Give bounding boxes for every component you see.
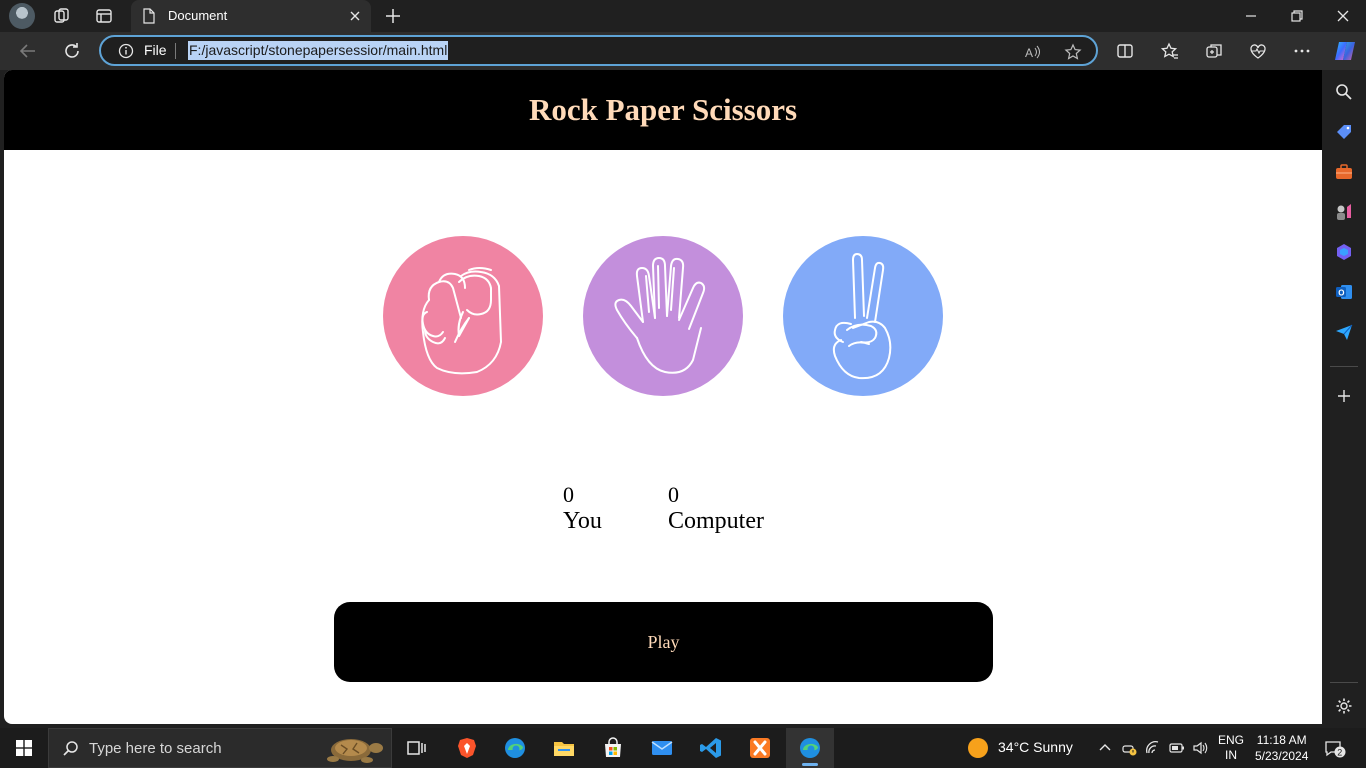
task-view-icon[interactable]: [404, 736, 428, 760]
choice-rock[interactable]: [383, 236, 543, 396]
read-aloud-icon[interactable]: A: [1024, 43, 1042, 61]
turtle-highlight-icon[interactable]: [317, 733, 385, 765]
taskbar-edge-active[interactable]: [786, 728, 834, 768]
user-score-label: You: [563, 508, 602, 534]
page-header: Rock Paper Scissors: [4, 70, 1322, 150]
clock-time: 11:18 AM: [1256, 733, 1307, 747]
minimize-icon[interactable]: [1243, 8, 1259, 24]
add-icon[interactable]: [1334, 386, 1354, 406]
more-options-icon[interactable]: [1292, 41, 1312, 61]
taskbar-search-box[interactable]: Type here to search: [48, 728, 392, 768]
sun-icon[interactable]: [968, 738, 988, 758]
search-placeholder: Type here to search: [89, 740, 222, 757]
new-tab-icon[interactable]: [384, 7, 402, 25]
clock-date: 5/23/2024: [1255, 749, 1309, 763]
browser-essentials-icon[interactable]: [1248, 41, 1268, 61]
microsoft-store-icon[interactable]: [601, 736, 625, 760]
outlook-icon[interactable]: O: [1334, 282, 1354, 302]
language-indicator[interactable]: ENG IN: [1218, 733, 1244, 763]
weather-status[interactable]: 34°C Sunny: [998, 739, 1073, 755]
workspaces-icon[interactable]: [53, 7, 71, 25]
tab-document[interactable]: Document: [131, 0, 371, 32]
edge-browser-icon[interactable]: [503, 736, 527, 760]
shopping-tag-icon[interactable]: [1334, 122, 1354, 142]
drop-send-icon[interactable]: [1334, 322, 1354, 342]
windows-taskbar: Type here to search 34°C Sunny ENG IN 11…: [0, 728, 1366, 768]
open-hand-icon: [614, 257, 706, 374]
sidebar-divider: [1330, 366, 1358, 367]
choice-paper[interactable]: [583, 236, 743, 396]
edge-sidebar: O: [1322, 70, 1366, 726]
battery-icon[interactable]: [1169, 740, 1185, 756]
refresh-icon[interactable]: [62, 41, 82, 61]
info-icon[interactable]: [118, 43, 134, 59]
tab-title: Document: [168, 8, 228, 23]
system-clock[interactable]: 11:18 AM 5/23/2024: [1255, 732, 1308, 764]
notification-icon[interactable]: 2: [1324, 739, 1346, 759]
windows-start-icon[interactable]: [16, 740, 32, 756]
page-viewport: Rock Paper Scissors 0 You 0 Computer Pla…: [4, 70, 1322, 724]
page-title: Rock Paper Scissors: [528, 92, 798, 127]
user-score: 0: [563, 482, 574, 507]
network-warning-icon[interactable]: [1121, 740, 1137, 756]
notification-count: 2: [1337, 748, 1342, 758]
mail-icon[interactable]: [650, 736, 674, 760]
favorite-star-icon[interactable]: [1064, 43, 1082, 61]
language-code: ENG: [1218, 733, 1245, 747]
brave-browser-icon[interactable]: [455, 736, 479, 760]
browser-toolbar: File F:/javascript/stonepapersessior/mai…: [0, 32, 1366, 70]
peace-sign-icon: [832, 253, 892, 380]
language-region: IN: [1225, 748, 1237, 762]
edge-browser-icon: [800, 738, 820, 758]
search-icon: [63, 741, 78, 756]
window-close-icon[interactable]: [1335, 8, 1351, 24]
gear-icon[interactable]: [1334, 696, 1354, 716]
document-icon: [143, 8, 155, 24]
address-separator: [175, 43, 176, 59]
back-icon[interactable]: [18, 41, 38, 61]
copilot-icon[interactable]: [1333, 39, 1357, 63]
restore-icon[interactable]: [1289, 8, 1305, 24]
url-text[interactable]: F:/javascript/stonepapersessior/main.htm…: [188, 41, 449, 60]
split-screen-icon[interactable]: [1115, 41, 1135, 61]
collections-icon[interactable]: [1204, 41, 1224, 61]
svg-text:O: O: [1338, 289, 1344, 298]
search-icon[interactable]: [1334, 82, 1354, 102]
fist-icon: [421, 267, 502, 375]
wifi-icon[interactable]: [1145, 740, 1161, 756]
chevron-up-icon[interactable]: [1097, 740, 1113, 756]
play-button-label: Play: [647, 631, 680, 652]
file-explorer-icon[interactable]: [552, 736, 576, 760]
microsoft-365-icon[interactable]: [1334, 242, 1354, 262]
play-button[interactable]: Play: [334, 602, 993, 682]
favorites-icon[interactable]: [1160, 41, 1180, 61]
svg-text:A: A: [1025, 46, 1033, 60]
speaker-icon[interactable]: [1192, 740, 1208, 756]
sidebar-divider: [1330, 682, 1358, 683]
choice-scissors[interactable]: [783, 236, 943, 396]
title-bar: Document: [0, 0, 1366, 32]
tools-briefcase-icon[interactable]: [1334, 162, 1354, 182]
profile-avatar[interactable]: [9, 3, 35, 29]
computer-score: 0: [668, 482, 679, 507]
close-icon[interactable]: [348, 9, 362, 23]
tab-actions-icon[interactable]: [95, 7, 113, 25]
computer-score-label: Computer: [668, 508, 764, 534]
xampp-icon[interactable]: [748, 736, 772, 760]
vscode-icon[interactable]: [699, 736, 723, 760]
address-bar[interactable]: File F:/javascript/stonepapersessior/mai…: [99, 35, 1098, 66]
site-scheme-label[interactable]: File: [144, 42, 167, 58]
games-icon[interactable]: [1334, 202, 1354, 222]
